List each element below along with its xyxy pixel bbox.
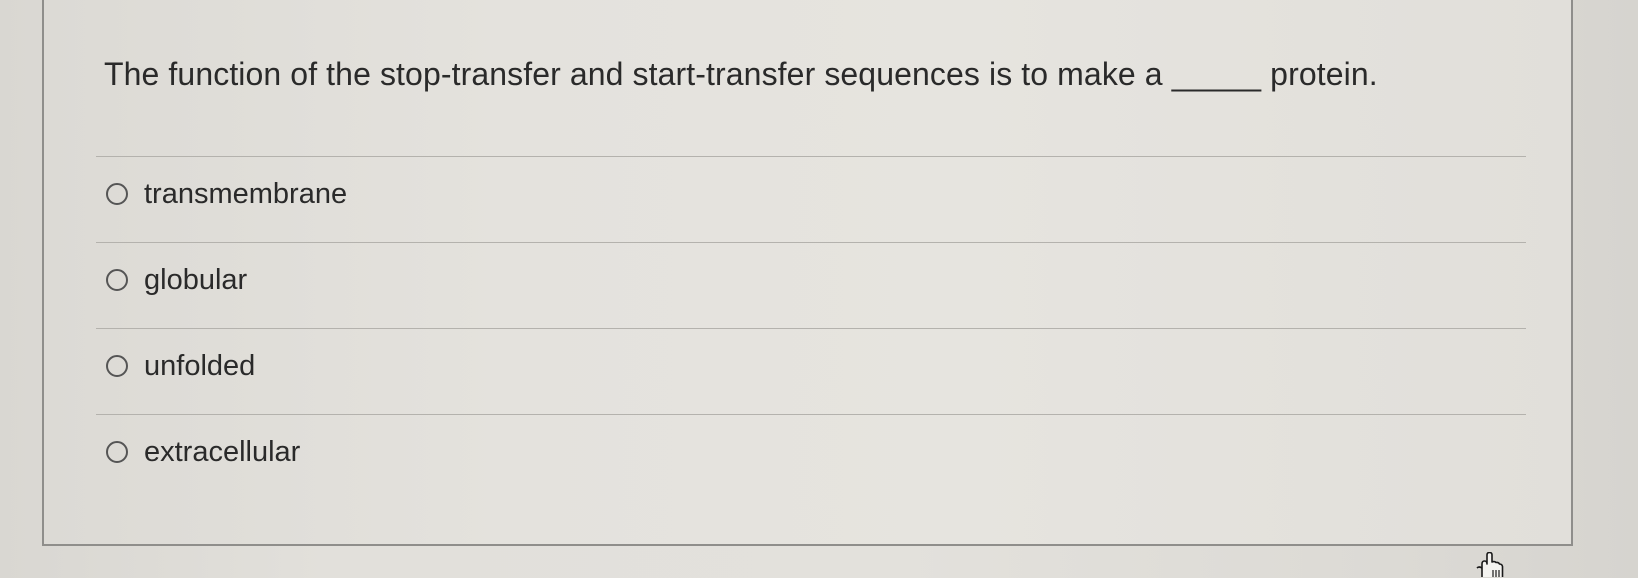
option-label: extracellular [144, 435, 301, 468]
option-label: globular [144, 263, 248, 296]
radio-button[interactable] [106, 183, 128, 205]
radio-button[interactable] [106, 355, 128, 377]
option-transmembrane[interactable]: transmembrane [106, 174, 347, 214]
page-background: The function of the stop-transfer and st… [0, 0, 1638, 578]
question-text: The function of the stop-transfer and st… [104, 56, 1378, 92]
divider [96, 414, 1526, 415]
divider [96, 242, 1526, 243]
option-globular[interactable]: globular [106, 260, 247, 300]
option-label: unfolded [144, 349, 256, 382]
radio-button[interactable] [106, 441, 128, 463]
option-label: transmembrane [144, 177, 348, 210]
hand-pointer-icon [1474, 551, 1504, 578]
radio-button[interactable] [106, 269, 128, 291]
option-unfolded[interactable]: unfolded [106, 346, 255, 386]
question-card: The function of the stop-transfer and st… [42, 0, 1573, 546]
option-extracellular[interactable]: extracellular [106, 432, 300, 472]
divider [96, 156, 1526, 157]
divider [96, 328, 1526, 329]
